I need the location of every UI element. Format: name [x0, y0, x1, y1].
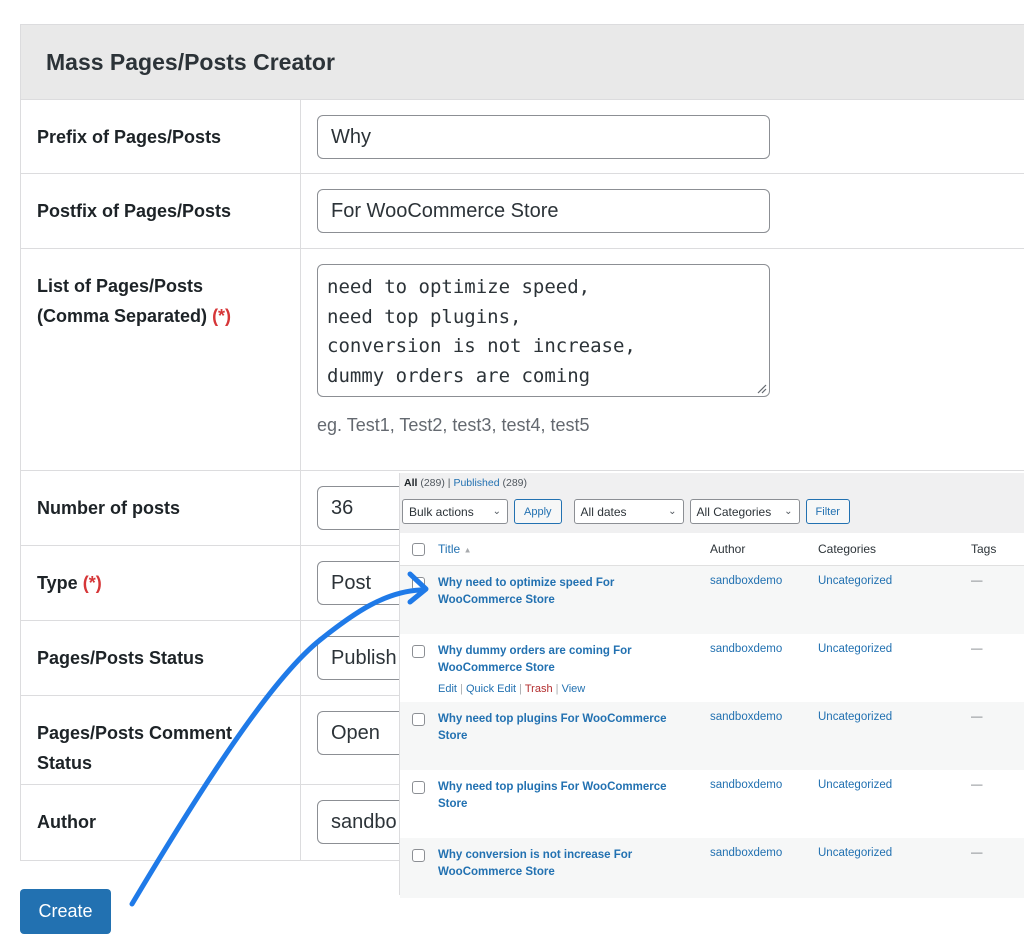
bulk-actions-label: Bulk actions [409, 504, 474, 519]
column-title[interactable]: Title ▲︎ [438, 542, 472, 556]
row-checkbox[interactable] [412, 645, 425, 658]
filter-button[interactable]: Filter [805, 499, 850, 524]
post-tags: — [971, 575, 983, 587]
postfix-row: Postfix of Pages/Posts For WooCommerce S… [21, 174, 1024, 249]
table-row: Why need top plugins For WooCommerce Sto… [400, 702, 1024, 770]
type-label: Type (*) [21, 546, 301, 620]
panel-header: Mass Pages/Posts Creator [21, 25, 1024, 100]
column-author: Author [710, 542, 746, 556]
posts-table: Title ▲︎ Author Categories Tags Why need… [400, 533, 1024, 898]
row-actions: Edit | Quick Edit | Trash | View [438, 683, 586, 695]
row-checkbox[interactable] [412, 849, 425, 862]
list-textarea[interactable]: need to optimize speed, need top plugins… [317, 264, 770, 397]
posts-list-overlay: All (289) | Published (289) Bulk actions… [399, 473, 1024, 898]
table-row: Why need to optimize speed For WooCommer… [400, 566, 1024, 634]
list-label: List of Pages/Posts (Comma Separated) (*… [21, 249, 301, 470]
postfix-label: Postfix of Pages/Posts [21, 174, 301, 248]
list-row: List of Pages/Posts (Comma Separated) (*… [21, 249, 1024, 471]
post-title-link[interactable]: Why need to optimize speed For WooCommer… [438, 575, 693, 609]
author-label: Author [21, 785, 301, 860]
sort-icon: ▲︎ [463, 545, 472, 555]
list-hint: eg. Test1, Test2, test3, test4, test5 [317, 415, 590, 435]
comment-status-label: Pages/Posts Comment Status [21, 696, 301, 784]
dates-select[interactable]: All dates ⌄ [573, 499, 684, 524]
type-label-text: Type [37, 573, 78, 593]
filter-all-count: (289) [420, 477, 445, 489]
required-marker: (*) [82, 573, 102, 593]
filter-separator: | [447, 477, 451, 489]
tablenav: Bulk actions ⌄ Apply All dates ⌄ All Cat… [402, 499, 850, 524]
post-category-link[interactable]: Uncategorized [818, 575, 892, 587]
column-title-label: Title [438, 542, 461, 556]
status-label: Pages/Posts Status [21, 621, 301, 695]
list-label-line1: List of Pages/Posts [37, 276, 204, 296]
row-checkbox[interactable] [412, 781, 425, 794]
dates-label: All dates [580, 504, 627, 519]
post-category-link[interactable]: Uncategorized [818, 711, 892, 723]
bulk-actions-select[interactable]: Bulk actions ⌄ [402, 499, 508, 524]
select-all-checkbox[interactable] [412, 542, 425, 556]
chevron-down-icon: ⌄ [668, 506, 677, 517]
row-checkbox[interactable] [412, 713, 425, 726]
filter-published[interactable]: Published [453, 477, 499, 489]
quick-edit-link[interactable]: Quick Edit [466, 683, 516, 695]
categories-label: All Categories [696, 504, 772, 519]
categories-select[interactable]: All Categories ⌄ [689, 499, 800, 524]
row-checkbox[interactable] [412, 577, 425, 590]
post-author-link[interactable]: sandboxdemo [710, 643, 782, 655]
post-category-link[interactable]: Uncategorized [818, 779, 892, 791]
apply-button[interactable]: Apply [514, 499, 562, 524]
comment-status-label-line2: Status [37, 753, 93, 773]
required-marker: (*) [212, 306, 232, 326]
post-status-filters: All (289) | Published (289) [404, 477, 527, 489]
post-title-link[interactable]: Why need top plugins For WooCommerce Sto… [438, 711, 693, 745]
post-tags: — [971, 643, 983, 655]
view-link[interactable]: View [562, 683, 586, 695]
table-header: Title ▲︎ Author Categories Tags [400, 533, 1024, 566]
trash-link[interactable]: Trash [525, 683, 553, 695]
post-category-link[interactable]: Uncategorized [818, 847, 892, 859]
column-tags: Tags [971, 542, 997, 556]
post-title-cell: Why dummy orders are coming For WooComme… [438, 643, 693, 698]
post-title-link[interactable]: Why need top plugins For WooCommerce Sto… [438, 779, 693, 813]
table-row: Why need top plugins For WooCommerce Sto… [400, 770, 1024, 838]
post-author-link[interactable]: sandboxdemo [710, 779, 782, 791]
filter-all[interactable]: All [404, 477, 417, 489]
column-categories: Categories [818, 542, 877, 556]
create-button[interactable]: Create [20, 889, 111, 934]
post-category-link[interactable]: Uncategorized [818, 643, 892, 655]
prefix-row: Prefix of Pages/Posts Why [21, 100, 1024, 174]
post-tags: — [971, 711, 983, 723]
postfix-input[interactable]: For WooCommerce Store [317, 189, 770, 233]
comment-status-label-line1: Pages/Posts Comment [37, 723, 233, 743]
number-label: Number of posts [21, 471, 301, 545]
prefix-input[interactable]: Why [317, 115, 770, 159]
list-label-line2: (Comma Separated) [37, 306, 208, 326]
edit-link[interactable]: Edit [438, 683, 457, 695]
chevron-down-icon: ⌄ [784, 506, 793, 517]
post-author-link[interactable]: sandboxdemo [710, 711, 782, 723]
post-title-link[interactable]: Why conversion is not increase For WooCo… [438, 847, 693, 881]
page-title: Mass Pages/Posts Creator [46, 48, 335, 75]
resize-grip-icon[interactable] [755, 382, 767, 394]
post-tags: — [971, 847, 983, 859]
chevron-down-icon: ⌄ [492, 506, 501, 517]
post-title-link[interactable]: Why dummy orders are coming For WooComme… [438, 643, 693, 677]
prefix-label: Prefix of Pages/Posts [21, 100, 301, 173]
post-author-link[interactable]: sandboxdemo [710, 575, 782, 587]
post-author-link[interactable]: sandboxdemo [710, 847, 782, 859]
table-row: Why conversion is not increase For WooCo… [400, 838, 1024, 898]
table-row: Why dummy orders are coming For WooComme… [400, 634, 1024, 702]
list-textarea-value: need to optimize speed, need top plugins… [327, 276, 636, 387]
post-tags: — [971, 779, 983, 791]
filter-published-count: (289) [502, 477, 527, 489]
